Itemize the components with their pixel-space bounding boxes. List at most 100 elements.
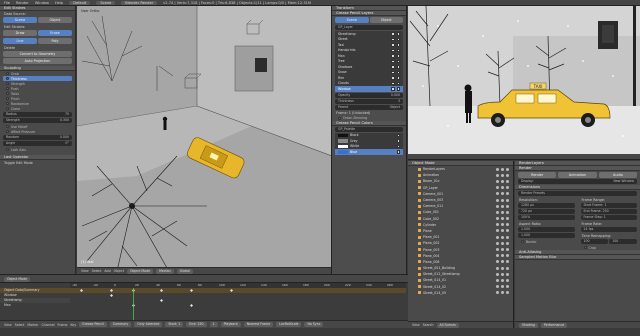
eye-icon[interactable] bbox=[496, 278, 499, 282]
mode-clone[interactable]: Clone bbox=[0, 106, 75, 111]
res-x-field[interactable]: 1280 px bbox=[518, 203, 575, 208]
parent-field[interactable]: Parent Object bbox=[335, 104, 403, 110]
lock-axis-checkbox[interactable]: Lock Axis bbox=[0, 147, 75, 152]
gp-color-item[interactable]: Blue bbox=[335, 149, 403, 155]
eye-icon[interactable] bbox=[496, 260, 499, 264]
menu-file[interactable]: File bbox=[4, 1, 10, 5]
display-field[interactable]: Display: New Window bbox=[518, 179, 637, 184]
cursor-icon[interactable] bbox=[501, 272, 504, 276]
lock-icon[interactable] bbox=[391, 54, 395, 58]
eye-icon[interactable] bbox=[496, 254, 499, 258]
visibility-icon[interactable] bbox=[396, 32, 400, 36]
visibility-icon[interactable] bbox=[396, 144, 400, 148]
datasource-scene-button[interactable]: Scene bbox=[3, 17, 37, 23]
cursor-icon[interactable] bbox=[501, 186, 504, 190]
interaction-mode-selector[interactable]: Object Mode bbox=[126, 268, 154, 274]
eye-icon[interactable] bbox=[496, 204, 499, 208]
cursor-icon[interactable] bbox=[501, 248, 504, 252]
visibility-icon[interactable] bbox=[396, 70, 400, 74]
menu-render[interactable]: Render bbox=[16, 1, 29, 5]
tl-snap-selector[interactable]: Nearest Frame bbox=[243, 322, 274, 327]
gp-palette-field[interactable]: GP_Palette bbox=[335, 126, 403, 132]
strength-field[interactable]: Strength 0.300 bbox=[3, 118, 72, 123]
outliner-menu-view[interactable]: View bbox=[412, 323, 420, 327]
cursor-icon[interactable] bbox=[501, 192, 504, 196]
eye-icon[interactable] bbox=[496, 198, 499, 202]
camera-icon[interactable] bbox=[506, 210, 509, 214]
dopesheet[interactable]: -40 -20 0 20 40 60 80 100 120 140 160 180 200 220 240 2… bbox=[0, 282, 408, 320]
pivot-selector[interactable]: Median bbox=[156, 268, 174, 274]
lock-icon[interactable] bbox=[391, 43, 395, 47]
eye-icon[interactable] bbox=[496, 167, 499, 171]
border-checkbox[interactable]: Border bbox=[515, 239, 578, 244]
tl-end-field[interactable]: End: 250 bbox=[186, 322, 207, 327]
gp-datablock-field[interactable]: GP_Layer bbox=[335, 25, 403, 30]
cursor-icon[interactable] bbox=[501, 260, 504, 264]
visibility-icon[interactable] bbox=[396, 87, 400, 91]
tl-menu-key[interactable]: Key bbox=[70, 323, 76, 327]
tl-mode-selector[interactable]: Grease Pencil bbox=[79, 322, 107, 327]
cursor-icon[interactable] bbox=[501, 291, 504, 295]
menu-help[interactable]: Help bbox=[55, 1, 63, 5]
performance-tab[interactable]: Performance bbox=[540, 322, 568, 328]
aspect-y-field[interactable]: 1.000 bbox=[518, 233, 575, 238]
eye-icon[interactable] bbox=[496, 192, 499, 196]
audio-button[interactable]: Audio bbox=[598, 172, 637, 178]
tl-keying-set[interactable]: LocRotScale bbox=[276, 322, 302, 327]
cursor-icon[interactable] bbox=[501, 223, 504, 227]
render-panel-header[interactable]: Render bbox=[515, 166, 640, 171]
gp-scene-tab[interactable]: Scene bbox=[335, 17, 369, 23]
cursor-icon[interactable] bbox=[501, 229, 504, 233]
camera-icon[interactable] bbox=[506, 278, 509, 282]
cursor-icon[interactable] bbox=[501, 217, 504, 221]
tl-menu-channel[interactable]: Channel bbox=[41, 323, 54, 327]
end-frame-field[interactable]: End Frame: 250 bbox=[580, 209, 637, 214]
outliner-display-mode[interactable]: All Scenes bbox=[436, 322, 459, 328]
cursor-icon[interactable] bbox=[501, 235, 504, 239]
line-button[interactable]: Line bbox=[3, 38, 37, 44]
visibility-icon[interactable] bbox=[396, 59, 400, 63]
cursor-icon[interactable] bbox=[501, 266, 504, 270]
3d-viewport[interactable]: User Ortho (1) Taxi View Select Add Obje… bbox=[77, 6, 332, 274]
render-button[interactable]: Render bbox=[518, 172, 557, 178]
poly-button[interactable]: Poly bbox=[38, 38, 72, 44]
remap-new-field[interactable]: 100 bbox=[609, 239, 637, 244]
convert-geometry-button[interactable]: Convert to Geometry bbox=[3, 51, 72, 57]
eye-icon[interactable] bbox=[496, 229, 499, 233]
camera-icon[interactable] bbox=[506, 204, 509, 208]
visibility-icon[interactable] bbox=[396, 133, 400, 137]
scene-selector[interactable]: Scene bbox=[96, 0, 116, 5]
eye-icon[interactable] bbox=[496, 235, 499, 239]
camera-icon[interactable] bbox=[506, 260, 509, 264]
visibility-icon[interactable] bbox=[396, 43, 400, 47]
start-frame-field[interactable]: Start Frame: 1 bbox=[580, 203, 637, 208]
cursor-icon[interactable] bbox=[501, 173, 504, 177]
visibility-icon[interactable] bbox=[396, 48, 400, 52]
rendered-preview[interactable]: TAXI bbox=[408, 6, 640, 160]
tl-only-selected-toggle[interactable]: Only Selected bbox=[134, 322, 163, 327]
shading-tab[interactable]: Shading bbox=[519, 322, 538, 328]
tl-menu-marker[interactable]: Marker bbox=[27, 323, 38, 327]
motion-blur-header[interactable]: Sampled Motion Blur bbox=[515, 255, 640, 260]
cursor-icon[interactable] bbox=[501, 241, 504, 245]
lock-icon[interactable] bbox=[391, 87, 395, 91]
datasource-object-button[interactable]: Object bbox=[38, 17, 72, 23]
eye-icon[interactable] bbox=[496, 179, 499, 183]
lock-icon[interactable] bbox=[391, 81, 395, 85]
camera-icon[interactable] bbox=[506, 217, 509, 221]
dopesheet-keyframe-area[interactable] bbox=[70, 288, 406, 320]
layout-selector[interactable]: Default bbox=[69, 0, 91, 5]
eye-icon[interactable] bbox=[496, 241, 499, 245]
visibility-icon[interactable] bbox=[396, 76, 400, 80]
auto-projection-button[interactable]: Auto Projection bbox=[3, 58, 72, 64]
gp-object-tab[interactable]: Object bbox=[369, 17, 403, 23]
remap-old-field[interactable]: 100 bbox=[580, 239, 609, 244]
res-pct-field[interactable]: 100% bbox=[518, 215, 575, 220]
eye-icon[interactable] bbox=[496, 285, 499, 289]
visibility-icon[interactable] bbox=[396, 139, 400, 143]
affect-pressure-checkbox[interactable]: Affect Pressure bbox=[0, 129, 75, 134]
eye-icon[interactable] bbox=[496, 248, 499, 252]
camera-icon[interactable] bbox=[506, 291, 509, 295]
visibility-icon[interactable] bbox=[396, 37, 400, 41]
lock-icon[interactable] bbox=[391, 48, 395, 52]
